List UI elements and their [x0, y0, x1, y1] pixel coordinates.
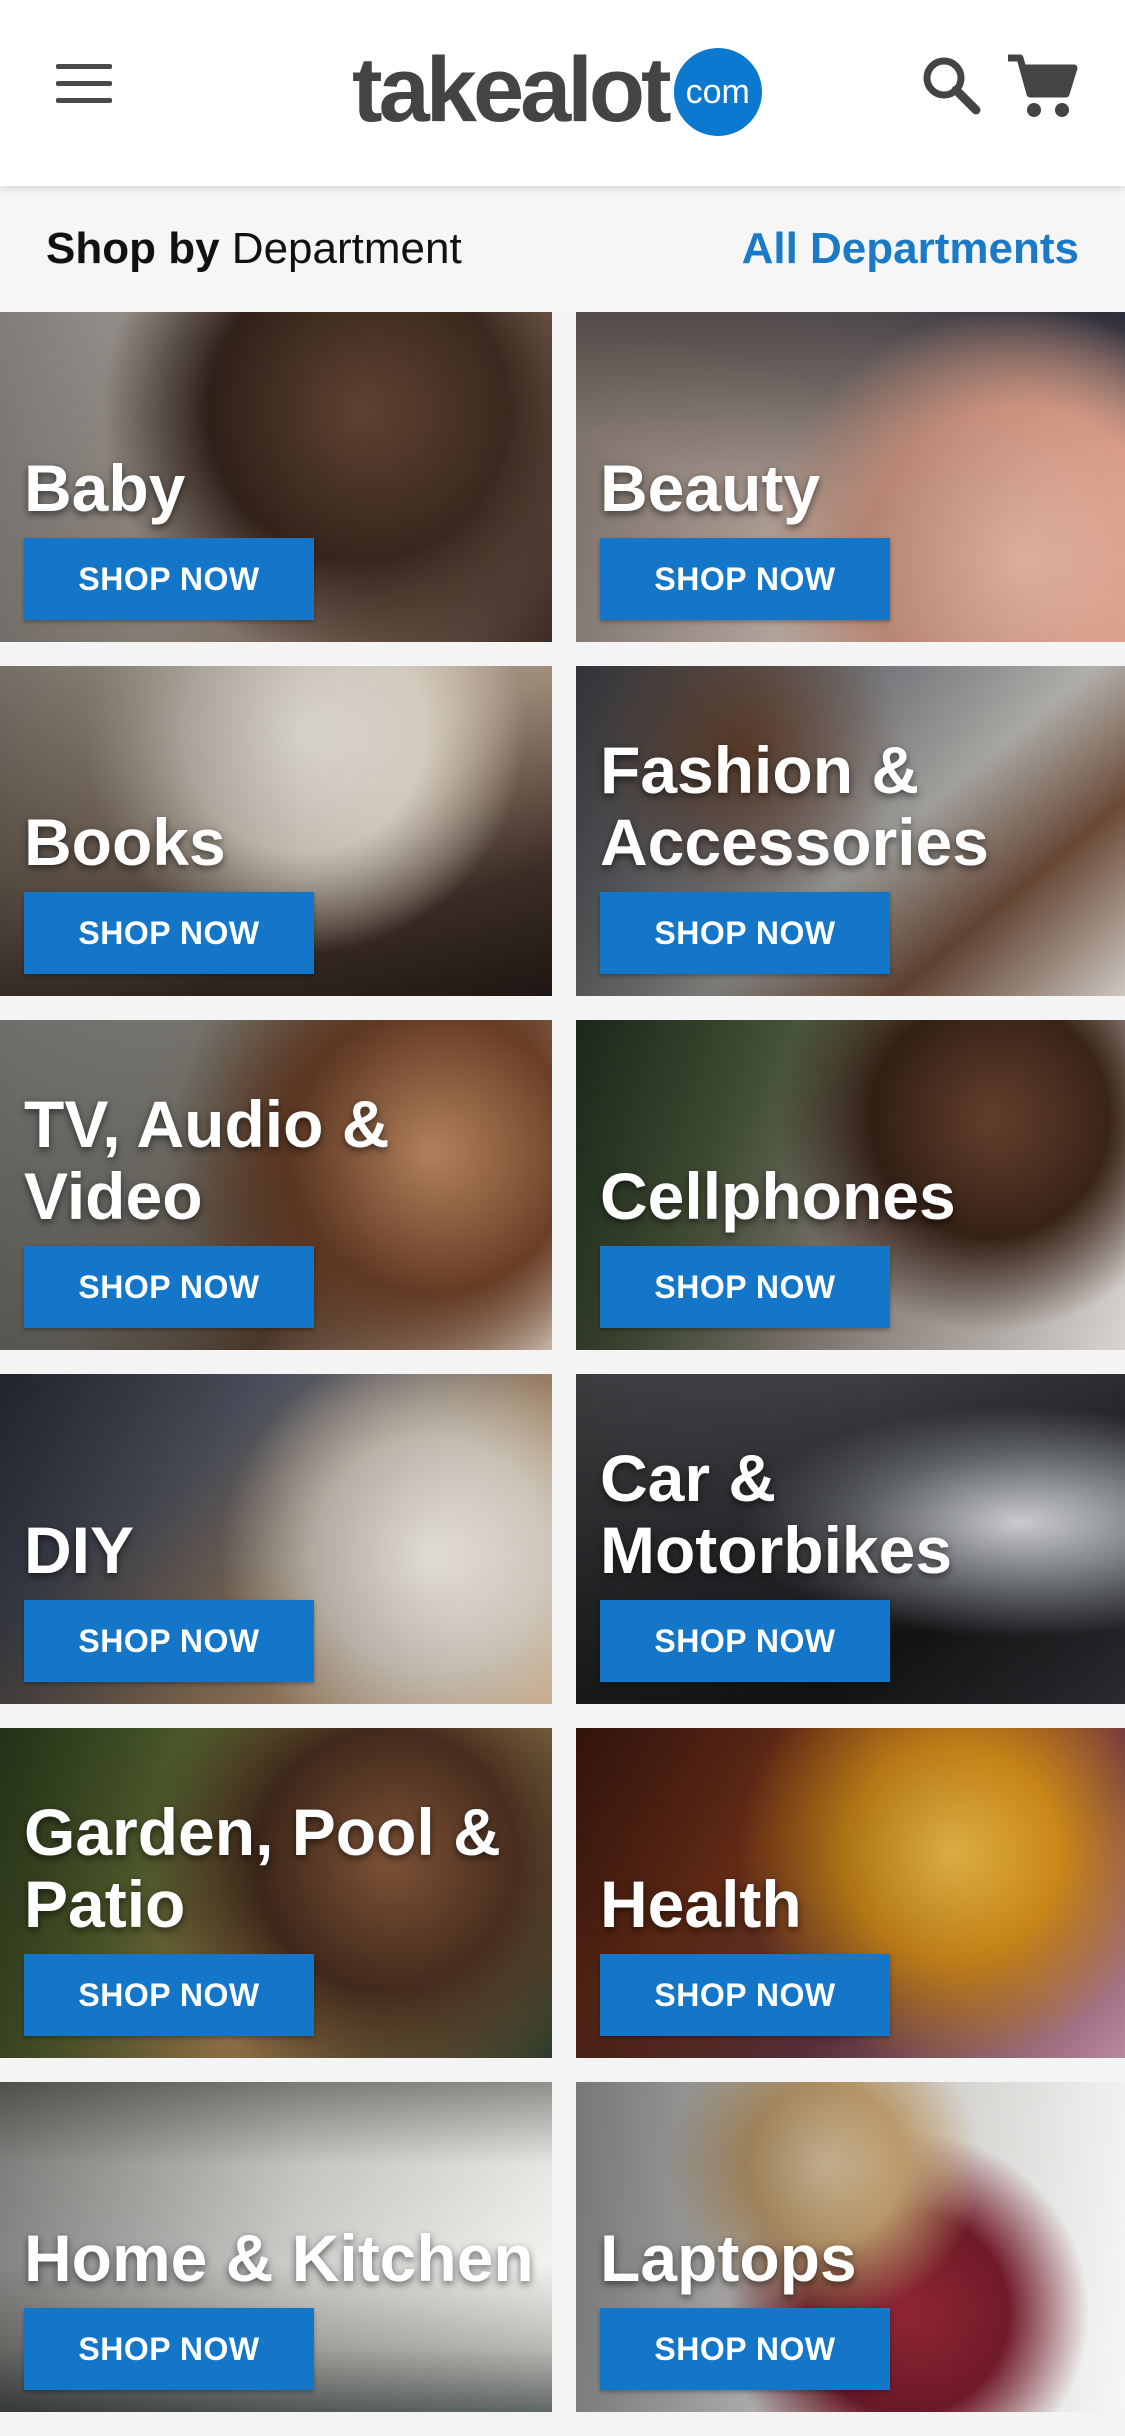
tile-title: Home & Kitchen [24, 2221, 534, 2295]
shop-now-button[interactable]: SHOP NOW [24, 892, 314, 974]
title-regular: Department [231, 224, 462, 273]
department-tile-beauty[interactable]: Beauty SHOP NOW [576, 312, 1125, 642]
department-tile-cellphones[interactable]: Cellphones SHOP NOW [576, 1020, 1125, 1350]
shop-now-button[interactable]: SHOP NOW [600, 892, 890, 974]
title-bold: Shop by [46, 224, 220, 273]
top-nav-bar: takealot com [0, 0, 1125, 186]
search-icon[interactable] [918, 52, 984, 118]
tile-title: Health [600, 1867, 802, 1941]
shop-now-button[interactable]: SHOP NOW [600, 538, 890, 620]
tile-title: Baby [24, 451, 186, 525]
tile-title: Garden, Pool & Patio [24, 1795, 501, 1941]
shop-now-button[interactable]: SHOP NOW [600, 1246, 890, 1328]
department-tile-health[interactable]: Health SHOP NOW [576, 1728, 1125, 2058]
shop-now-button[interactable]: SHOP NOW [24, 1246, 314, 1328]
takealot-logo[interactable]: takealot com [352, 40, 762, 140]
menu-icon[interactable] [56, 64, 112, 106]
tile-title: Books [24, 805, 226, 879]
tile-title: Beauty [600, 451, 821, 525]
shop-now-button[interactable]: SHOP NOW [600, 1954, 890, 2036]
tile-title: DIY [24, 1513, 135, 1587]
department-tile-car-motorbikes[interactable]: Car & Motorbikes SHOP NOW [576, 1374, 1125, 1704]
shop-now-button[interactable]: SHOP NOW [24, 1954, 314, 2036]
cart-icon[interactable] [1004, 52, 1080, 122]
department-tile-laptops[interactable]: Laptops SHOP NOW [576, 2082, 1125, 2412]
all-departments-link[interactable]: All Departments [742, 224, 1079, 274]
shop-now-button[interactable]: SHOP NOW [24, 538, 314, 620]
shop-now-button[interactable]: SHOP NOW [600, 1600, 890, 1682]
logo-com-badge: com [673, 48, 762, 136]
shop-by-department-title: Shop by Department [46, 224, 462, 274]
shop-now-button[interactable]: SHOP NOW [600, 2308, 890, 2390]
tile-title: TV, Audio & Video [24, 1087, 390, 1233]
tile-title: Laptops [600, 2221, 857, 2295]
department-tile-fashion-accessories[interactable]: Fashion & Accessories SHOP NOW [576, 666, 1125, 996]
department-section-header: Shop by Department All Departments [0, 186, 1125, 312]
department-tile-diy[interactable]: DIY SHOP NOW [0, 1374, 552, 1704]
tile-title: Car & Motorbikes [600, 1441, 953, 1587]
department-tile-garden-pool-patio[interactable]: Garden, Pool & Patio SHOP NOW [0, 1728, 552, 2058]
shop-now-button[interactable]: SHOP NOW [24, 1600, 314, 1682]
department-tile-home-kitchen[interactable]: Home & Kitchen SHOP NOW [0, 2082, 552, 2412]
logo-wordmark: takealot [352, 39, 672, 141]
department-tile-baby[interactable]: Baby SHOP NOW [0, 312, 552, 642]
department-tile-tv-audio-video[interactable]: TV, Audio & Video SHOP NOW [0, 1020, 552, 1350]
tile-title: Cellphones [600, 1159, 956, 1233]
department-tile-books[interactable]: Books SHOP NOW [0, 666, 552, 996]
tile-title: Fashion & Accessories [600, 733, 989, 879]
shop-now-button[interactable]: SHOP NOW [24, 2308, 314, 2390]
